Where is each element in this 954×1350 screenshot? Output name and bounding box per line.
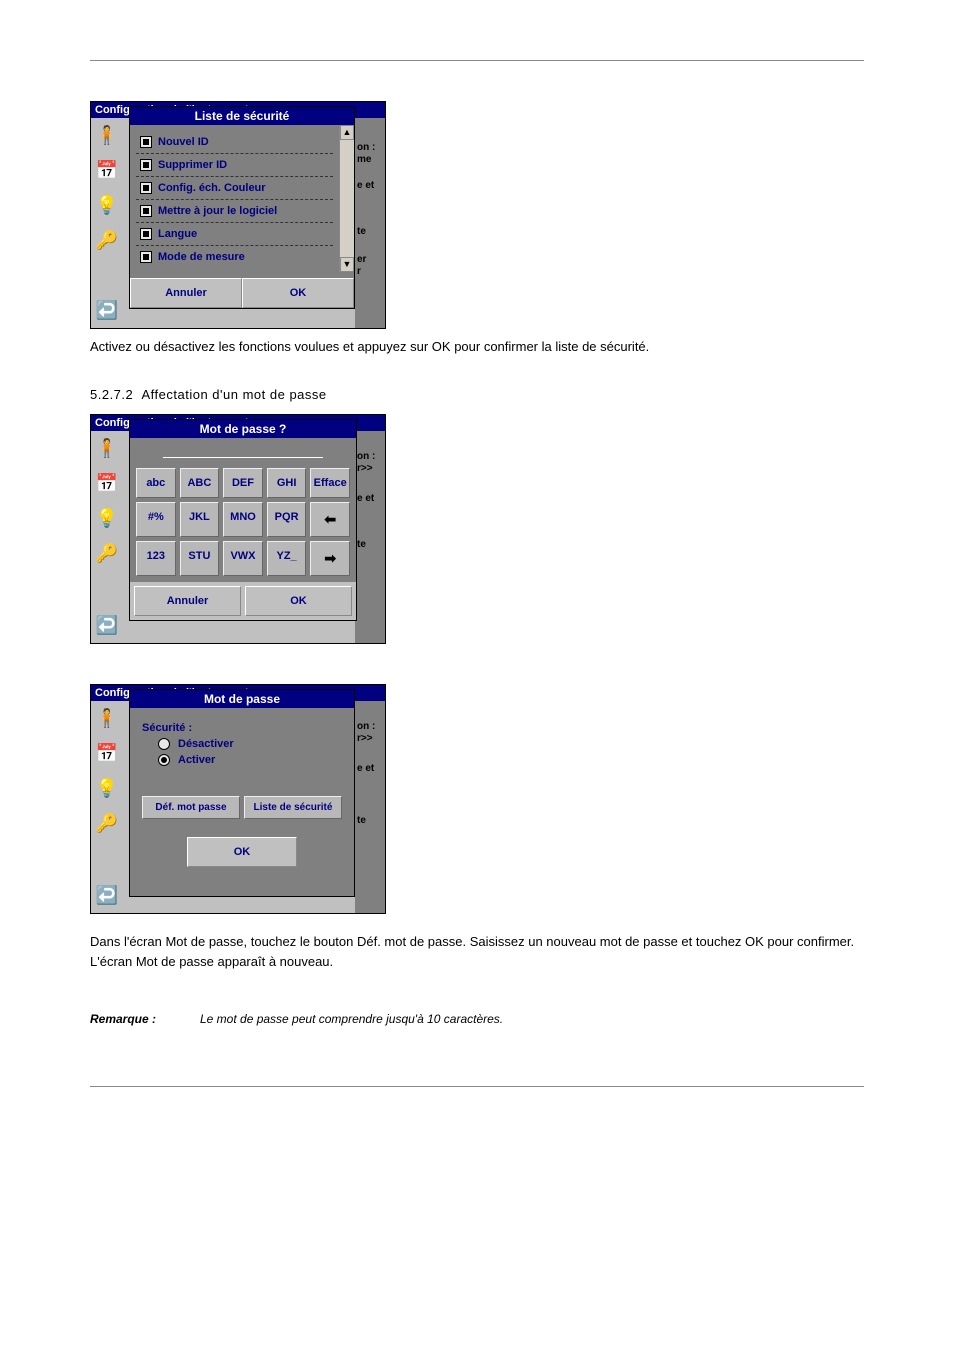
scroll-up-icon[interactable]: ▲ (340, 125, 354, 140)
radio-disable[interactable]: Désactiver (158, 738, 342, 750)
password-field[interactable] (163, 444, 323, 458)
security-list-dialog: Liste de sécurité ▲ ▼ Nouvel ID Supprime… (129, 106, 355, 309)
list-item[interactable]: Mettre à jour le logiciel (136, 200, 333, 223)
radio-icon[interactable] (158, 754, 170, 766)
radio-icon[interactable] (158, 738, 170, 750)
section-heading: 5.2.7.2 Affectation d'un mot de passe (90, 387, 864, 402)
note-body: Le mot de passe peut comprendre jusqu'à … (200, 1012, 864, 1026)
set-password-button[interactable]: Déf. mot passe (142, 796, 240, 819)
key-icon[interactable]: 🔑 (91, 806, 123, 841)
password-entry-dialog: Mot de passe ? abc ABC DEF GHI Efface #%… (129, 419, 357, 621)
key-backspace-icon[interactable]: ⬅ (310, 502, 350, 537)
list-item[interactable]: Mode de mesure (136, 246, 333, 268)
list-item[interactable]: Config. éch. Couleur (136, 177, 333, 200)
key-123[interactable]: 123 (136, 541, 176, 576)
calendar-icon[interactable]: 📅 (91, 466, 123, 501)
checkbox-icon[interactable] (140, 159, 152, 171)
key-icon[interactable]: 🔑 (91, 536, 123, 571)
radio-enable[interactable]: Activer (158, 754, 342, 766)
back-icon[interactable]: ↩️ (91, 293, 123, 328)
key-yz[interactable]: YZ_ (267, 541, 307, 576)
section1-body: Activez ou désactivez les fonctions voul… (90, 337, 864, 357)
checkbox-icon[interactable] (140, 182, 152, 194)
operator-icon[interactable]: 🧍 (91, 118, 123, 153)
section2-body: Dans l'écran Mot de passe, touchez le bo… (90, 932, 864, 972)
scroll-down-icon[interactable]: ▼ (340, 257, 354, 272)
operator-icon[interactable]: 🧍 (91, 701, 123, 736)
background-strip: on : r>> e et te (355, 431, 385, 643)
sidebar: 🧍 📅 💡 🔑 ↩️ (91, 118, 123, 328)
ok-button[interactable]: OK (245, 586, 352, 616)
background-strip: on : me e et te er r (355, 118, 385, 328)
lamp-icon[interactable]: 💡 (91, 771, 123, 806)
key-erase[interactable]: Efface (310, 468, 350, 498)
key-symbols[interactable]: #% (136, 502, 176, 537)
scrollbar[interactable]: ▲ ▼ (339, 125, 354, 272)
key-icon[interactable]: 🔑 (91, 223, 123, 258)
key-ghi[interactable]: GHI (267, 468, 307, 498)
background-strip: on : r>> e et te (355, 701, 385, 913)
checkbox-icon[interactable] (140, 228, 152, 240)
dialog-title: Mot de passe ? (130, 420, 356, 438)
ok-button[interactable]: OK (187, 837, 297, 867)
cancel-button[interactable]: Annuler (134, 586, 241, 616)
sidebar: 🧍 📅 💡 🔑 ↩️ (91, 431, 123, 643)
key-vwx[interactable]: VWX (223, 541, 263, 576)
note-label: Remarque : (90, 1012, 200, 1026)
checkbox-icon[interactable] (140, 251, 152, 263)
keypad: abc ABC DEF GHI Efface #% JKL MNO PQR ⬅ … (130, 462, 356, 582)
dialog-title: Mot de passe (130, 690, 354, 708)
key-stu[interactable]: STU (180, 541, 220, 576)
checkbox-icon[interactable] (140, 136, 152, 148)
key-abc-lower[interactable]: abc (136, 468, 176, 498)
ok-button[interactable]: OK (242, 278, 354, 308)
operator-icon[interactable]: 🧍 (91, 431, 123, 466)
page-bottom-rule (90, 1086, 864, 1087)
lamp-icon[interactable]: 💡 (91, 501, 123, 536)
note: Remarque : Le mot de passe peut comprend… (90, 1012, 864, 1026)
cancel-button[interactable]: Annuler (130, 278, 242, 308)
list-item[interactable]: Langue (136, 223, 333, 246)
calendar-icon[interactable]: 📅 (91, 736, 123, 771)
list-item[interactable]: Nouvel ID (136, 131, 333, 154)
screenshot-password-entry: Configuration de l'instrument 🧍 📅 💡 🔑 ↩️… (90, 414, 386, 644)
page-top-rule (90, 60, 864, 61)
key-def[interactable]: DEF (223, 468, 263, 498)
list-item[interactable]: Supprimer ID (136, 154, 333, 177)
key-mno[interactable]: MNO (223, 502, 263, 537)
calendar-icon[interactable]: 📅 (91, 153, 123, 188)
back-icon[interactable]: ↩️ (91, 608, 123, 643)
security-label: Sécurité : (142, 722, 342, 734)
dialog-title: Liste de sécurité (130, 107, 354, 125)
screenshot-password-config: Configuration de l'instrument 🧍 📅 💡 🔑 ↩️… (90, 684, 386, 914)
sidebar: 🧍 📅 💡 🔑 ↩️ (91, 701, 123, 913)
password-input-area[interactable] (130, 438, 356, 462)
key-abc-upper[interactable]: ABC (180, 468, 220, 498)
key-pqr[interactable]: PQR (267, 502, 307, 537)
password-config-dialog: Mot de passe Sécurité : Désactiver Activ… (129, 689, 355, 897)
key-jkl[interactable]: JKL (180, 502, 220, 537)
screenshot-security-list: Configuration de l'instrument 🧍 📅 💡 🔑 ↩️… (90, 101, 386, 329)
back-icon[interactable]: ↩️ (91, 878, 123, 913)
security-list-button[interactable]: Liste de sécurité (244, 796, 342, 819)
checkbox-icon[interactable] (140, 205, 152, 217)
key-forward-icon[interactable]: ➡ (310, 541, 350, 576)
lamp-icon[interactable]: 💡 (91, 188, 123, 223)
